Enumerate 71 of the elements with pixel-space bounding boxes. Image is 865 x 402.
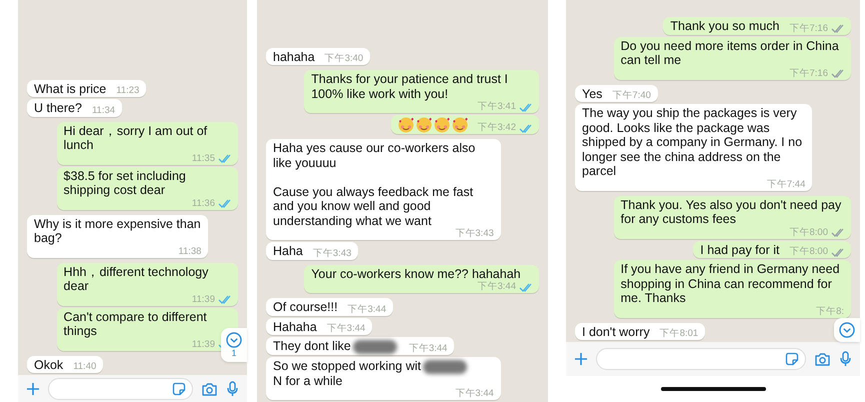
heart-face-icon bbox=[434, 117, 450, 134]
message-text: Thanks for your patience and trust I 100% like work with you! bbox=[311, 72, 509, 102]
message-time: 下午8: bbox=[816, 306, 844, 316]
message-time: 11:35 bbox=[192, 152, 215, 164]
message-text: Thank you. Yes also you don't need pay for any customs fees bbox=[620, 198, 842, 226]
message-time: 下午7:44 bbox=[766, 178, 806, 190]
message-time: 下午3:44 bbox=[326, 323, 366, 334]
message-text: They dont like bbox=[273, 339, 351, 354]
message-time: 下午8:01 bbox=[660, 328, 698, 339]
message-time: 11:40 bbox=[73, 361, 96, 372]
message-text: Hahaha bbox=[273, 320, 317, 334]
message-text: Okok bbox=[34, 358, 64, 372]
message-text: hahaha bbox=[273, 50, 315, 64]
scroll-down-button[interactable] bbox=[834, 318, 860, 342]
plus-icon[interactable] bbox=[26, 382, 40, 396]
heart-face-icon bbox=[398, 117, 414, 134]
message-time: 下午3:44 bbox=[455, 388, 494, 399]
microphone-icon[interactable] bbox=[226, 380, 239, 396]
sticker-icon[interactable] bbox=[785, 352, 799, 366]
message-text: Of course!!! bbox=[273, 300, 338, 315]
message-time: 11:36 bbox=[192, 198, 215, 208]
message-input-field[interactable] bbox=[596, 348, 806, 370]
message-time: 下午3:43 bbox=[312, 248, 352, 259]
message-text: Thank you so much bbox=[670, 19, 780, 34]
message-time: 下午8:00 bbox=[790, 226, 828, 238]
message-time: 下午3:42 bbox=[478, 122, 516, 134]
message-text: Yes bbox=[582, 86, 602, 101]
plus-icon[interactable] bbox=[574, 352, 588, 366]
message-text: I had pay for it bbox=[700, 242, 780, 257]
message-text: Why is it more expensive than bag? bbox=[34, 216, 202, 246]
message-text: Haha bbox=[273, 244, 303, 259]
message-text: I don't worry bbox=[582, 324, 650, 339]
message-text: U there? bbox=[34, 101, 82, 116]
heart-face-icon bbox=[452, 117, 468, 134]
message-time: 下午3:44 bbox=[478, 281, 516, 292]
message-text: Can't compare to different things bbox=[64, 310, 208, 338]
unread-count: 1 bbox=[231, 348, 236, 358]
message-text: Do you need more items order in China can tell me bbox=[620, 38, 840, 68]
message-text: $38.5 for set including shipping cost dear bbox=[64, 168, 187, 198]
message-time: 11:39 bbox=[192, 294, 215, 304]
message-time: 下午3:43 bbox=[455, 228, 494, 240]
heart-face-icon bbox=[416, 117, 432, 134]
message-text: N for a while bbox=[273, 374, 342, 388]
message-text: So we stopped working wit bbox=[273, 358, 421, 373]
message-time: 下午3:40 bbox=[324, 53, 364, 64]
scroll-down-button[interactable]: 1 bbox=[221, 328, 247, 362]
message-text: Haha yes cause our co-workers also like youuuu Cause you always feedback me fast and you know well and good understanding what we want bbox=[273, 141, 476, 228]
microphone-icon[interactable] bbox=[839, 351, 852, 367]
message-time: 11:38 bbox=[178, 246, 202, 256]
message-time: 下午7:16 bbox=[790, 68, 828, 78]
camera-icon[interactable] bbox=[201, 380, 218, 396]
message-time: 11:39 bbox=[192, 338, 215, 350]
chevron-down-icon bbox=[226, 332, 242, 348]
message-time: 下午3:41 bbox=[478, 101, 516, 112]
message-time: 11:23 bbox=[116, 85, 140, 96]
message-time: 下午3:44 bbox=[408, 342, 448, 354]
camera-icon[interactable] bbox=[814, 351, 831, 367]
chevron-down-icon bbox=[839, 322, 855, 338]
message-time: 下午7:16 bbox=[790, 22, 828, 34]
message-text: Hi dear，sorry I am out of lunch bbox=[64, 124, 208, 152]
message-text: What is price bbox=[34, 82, 106, 96]
sticker-icon[interactable] bbox=[172, 382, 186, 396]
message-time: 下午7:40 bbox=[612, 90, 651, 101]
message-input-field[interactable] bbox=[48, 378, 193, 400]
message-text: Your co-workers know me?? hahahah bbox=[311, 266, 521, 282]
message-text: Hhh，different technology dear bbox=[64, 264, 210, 294]
message-time: 11:34 bbox=[92, 104, 116, 116]
message-time: 下午3:44 bbox=[348, 304, 386, 315]
message-text: If you have any friend in Germany need shopping in China can recommend for me. Thanks bbox=[620, 262, 841, 306]
message-time: 下午8:00 bbox=[790, 246, 828, 257]
message-text: The way you ship the packages is very good. Looks like the package was shipped by a company in Germany. I no longer see the china address on the parcel bbox=[582, 106, 804, 178]
